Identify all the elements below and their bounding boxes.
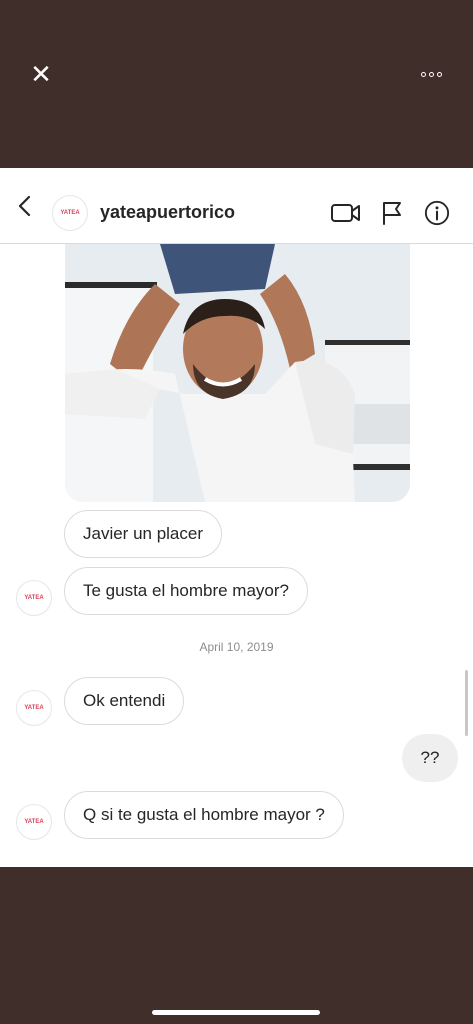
- message-bubble[interactable]: Ok entendi: [64, 677, 185, 725]
- shared-photo[interactable]: [65, 244, 410, 502]
- username[interactable]: yateapuertorico: [100, 202, 235, 223]
- home-indicator[interactable]: [152, 1010, 320, 1015]
- chat-header: YATEA yateapuertorico: [0, 168, 473, 244]
- message-bubble[interactable]: Javier un placer: [64, 510, 223, 558]
- avatar[interactable]: YATEA: [16, 580, 52, 616]
- chat-screen: YATEA yateapuertorico Javier un placer Y…: [0, 168, 473, 867]
- message-bubble[interactable]: Te gusta el hombre mayor?: [64, 567, 308, 615]
- close-icon[interactable]: ✕: [28, 62, 54, 88]
- date-separator: April 10, 2019: [199, 640, 274, 654]
- avatar[interactable]: YATEA: [52, 195, 88, 231]
- message-bubble[interactable]: Q si te gusta el hombre mayor ?: [64, 791, 344, 839]
- scrollbar[interactable]: [465, 670, 468, 736]
- photo-image: [65, 244, 410, 502]
- video-call-icon[interactable]: [330, 200, 362, 226]
- avatar[interactable]: YATEA: [16, 804, 52, 840]
- info-icon[interactable]: [423, 200, 451, 226]
- own-message-bubble[interactable]: ??: [402, 734, 458, 782]
- flag-icon[interactable]: [380, 200, 404, 226]
- avatar[interactable]: YATEA: [16, 690, 52, 726]
- more-options-icon[interactable]: [414, 64, 448, 84]
- chevron-left-icon[interactable]: [14, 194, 36, 218]
- overlay-top-bar: ✕: [0, 0, 473, 168]
